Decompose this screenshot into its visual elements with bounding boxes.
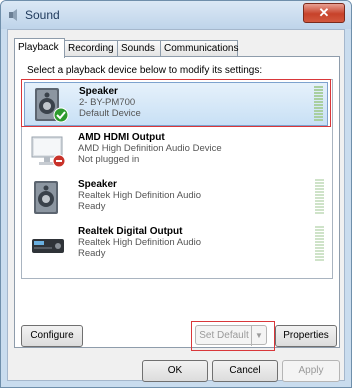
- sound-app-icon: [9, 9, 17, 21]
- tab-playback[interactable]: Playback: [14, 38, 65, 58]
- set-default-button[interactable]: Set Default ▼: [195, 325, 267, 346]
- close-icon: ✕: [318, 5, 330, 20]
- sound-dialog: Sound ✕ Playback Recording Sounds Commun…: [0, 0, 352, 388]
- volume-meter: [315, 226, 324, 262]
- apply-button[interactable]: Apply: [282, 360, 340, 382]
- unplugged-badge-icon: [52, 154, 66, 168]
- list-item-speaker-realtek[interactable]: Speaker Realtek High Definition Audio Re…: [24, 176, 328, 220]
- tab-playback-label: Playback: [18, 42, 59, 53]
- configure-button[interactable]: Configure: [21, 325, 83, 347]
- device-description: 2- BY-PM700: [79, 97, 136, 108]
- device-name: AMD HDMI Output: [78, 132, 165, 143]
- playback-panel: Select a playback device below to modify…: [14, 56, 340, 351]
- device-description: Realtek High Definition Audio: [78, 237, 202, 248]
- tab-sounds-label: Sounds: [121, 43, 155, 54]
- device-description: Realtek High Definition Audio: [78, 190, 202, 201]
- device-status: Default Device: [79, 108, 141, 119]
- list-item-realtek-digital[interactable]: Realtek Digital Output Realtek High Defi…: [24, 223, 328, 267]
- set-default-label: Set Default: [199, 330, 249, 341]
- volume-meter: [314, 86, 323, 122]
- device-status: Not plugged in: [78, 154, 140, 165]
- cancel-button[interactable]: Cancel: [212, 360, 278, 382]
- title-bar: Sound ✕: [1, 1, 351, 29]
- chevron-down-icon[interactable]: ▼: [251, 326, 266, 346]
- list-item-speaker-default[interactable]: Speaker 2- BY-PM700 Default Device: [24, 82, 328, 126]
- tab-recording[interactable]: Recording: [64, 40, 118, 56]
- dialog-client-area: Playback Recording Sounds Communications…: [7, 29, 345, 382]
- window-title: Sound: [25, 8, 60, 22]
- properties-button[interactable]: Properties: [275, 325, 337, 347]
- tab-recording-label: Recording: [68, 43, 114, 54]
- tab-communications[interactable]: Communications: [160, 40, 238, 56]
- device-status: Ready: [78, 201, 106, 212]
- tab-communications-label: Communications: [164, 43, 239, 54]
- digital-receiver-icon: [32, 239, 64, 253]
- device-description: AMD High Definition Audio Device: [78, 143, 222, 154]
- ok-button[interactable]: OK: [142, 360, 208, 382]
- device-name: Speaker: [79, 86, 118, 97]
- instruction-text: Select a playback device below to modify…: [27, 65, 263, 76]
- device-status: Ready: [78, 248, 106, 259]
- list-item-amd-hdmi[interactable]: AMD HDMI Output AMD High Definition Audi…: [24, 129, 328, 173]
- volume-meter: [315, 179, 324, 215]
- device-list[interactable]: Speaker 2- BY-PM700 Default Device AMD H…: [21, 79, 333, 279]
- device-name: Realtek Digital Output: [78, 226, 183, 237]
- device-name: Speaker: [78, 179, 117, 190]
- speaker-icon: [34, 181, 58, 214]
- check-badge-icon: [53, 107, 69, 123]
- tab-sounds[interactable]: Sounds: [117, 40, 161, 56]
- close-button[interactable]: ✕: [303, 3, 345, 23]
